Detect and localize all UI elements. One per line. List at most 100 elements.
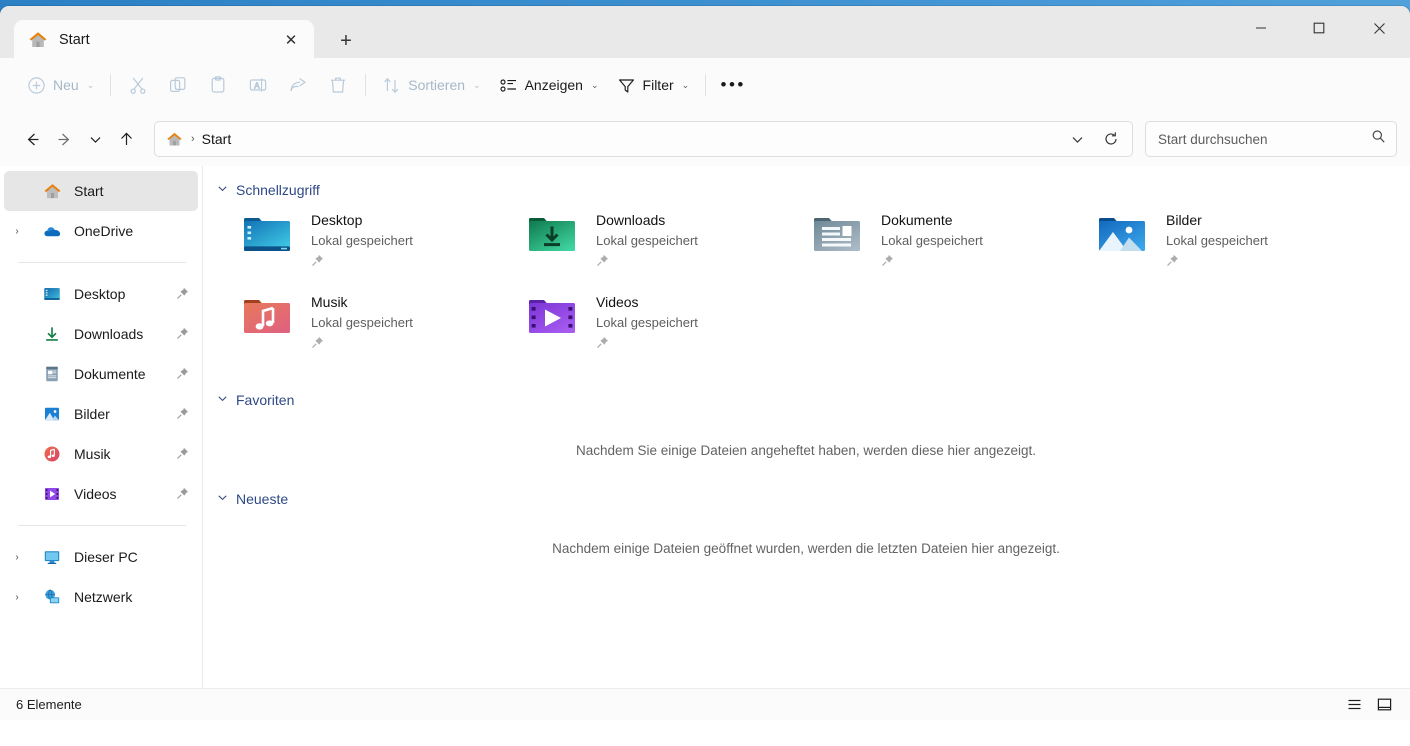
- toolbar-divider: [110, 74, 112, 96]
- section-header-favoriten[interactable]: Favoriten: [217, 388, 1410, 412]
- close-tab-icon[interactable]: ✕: [278, 27, 304, 53]
- more-options-button[interactable]: •••: [713, 68, 753, 102]
- sidebar-item-bilder[interactable]: Bilder: [4, 394, 198, 434]
- this-pc-icon: [42, 547, 62, 567]
- sidebar-item-desktop[interactable]: Desktop: [4, 274, 198, 314]
- scissors-icon: [130, 77, 146, 94]
- rename-button[interactable]: A: [238, 68, 278, 102]
- item-subtitle: Lokal gespeichert: [1166, 233, 1268, 248]
- trash-icon: [331, 77, 346, 93]
- item-subtitle: Lokal gespeichert: [311, 315, 413, 330]
- quick-access-text: Dokumente Lokal gespeichert: [881, 208, 983, 267]
- list-view-icon[interactable]: [1340, 693, 1368, 717]
- forward-button[interactable]: [48, 123, 80, 155]
- quick-access-item-dokumente[interactable]: Dokumente Lokal gespeichert: [811, 208, 1096, 276]
- back-button[interactable]: [16, 123, 48, 155]
- address-bar[interactable]: › Start: [154, 121, 1133, 157]
- up-button[interactable]: [110, 123, 142, 155]
- pin-icon[interactable]: [176, 327, 190, 341]
- recent-locations-button[interactable]: [80, 123, 110, 155]
- share-button[interactable]: [278, 68, 318, 102]
- sidebar-divider-2: [18, 525, 186, 526]
- chevron-right-icon[interactable]: ›: [4, 552, 30, 563]
- filter-button[interactable]: Filter ⌄: [608, 68, 699, 102]
- item-name: Downloads: [596, 212, 666, 228]
- chevron-right-icon[interactable]: ›: [4, 592, 30, 603]
- new-button[interactable]: Neu ⌄: [18, 68, 103, 102]
- chevron-down-icon[interactable]: [217, 492, 227, 506]
- sidebar-item-musik[interactable]: Musik: [4, 434, 198, 474]
- quick-access-item-musik[interactable]: Musik Lokal gespeichert: [241, 290, 526, 358]
- chevron-down-icon: ⌄: [86, 79, 95, 90]
- sidebar-item-netzwerk[interactable]: › Netzwerk: [4, 577, 198, 617]
- close-button[interactable]: [1348, 6, 1410, 50]
- view-button[interactable]: Anzeigen ⌄: [490, 68, 608, 102]
- quick-access-item-downloads[interactable]: Downloads Lokal gespeichert: [526, 208, 811, 276]
- sidebar-item-label: Downloads: [74, 326, 144, 342]
- maximize-button[interactable]: [1290, 6, 1348, 50]
- file-explorer-window: Start ✕ + Neu ⌄ A Sortieren ⌄ Anzeigen ⌄…: [0, 6, 1410, 746]
- quick-access-text: Videos Lokal gespeichert: [596, 290, 698, 349]
- chevron-down-icon[interactable]: [217, 183, 227, 197]
- sort-button[interactable]: Sortieren ⌄: [373, 68, 489, 102]
- breadcrumb[interactable]: Start: [202, 131, 232, 147]
- pin-icon[interactable]: [176, 287, 190, 301]
- pin-icon: [1166, 254, 1179, 267]
- filter-icon: [618, 78, 634, 93]
- recent-empty-message: Nachdem einige Dateien geöffnet wurden, …: [552, 541, 1060, 556]
- videos-icon: [42, 484, 62, 504]
- pin-icon: [881, 254, 894, 267]
- item-subtitle: Lokal gespeichert: [596, 233, 698, 248]
- quick-access-item-bilder[interactable]: Bilder Lokal gespeichert: [1096, 208, 1381, 276]
- item-subtitle: Lokal gespeichert: [596, 315, 698, 330]
- tab-start[interactable]: Start ✕: [14, 20, 314, 60]
- desktop-folder-icon: [42, 284, 62, 304]
- search-icon[interactable]: [1371, 129, 1386, 149]
- home-icon: [42, 181, 62, 201]
- quick-access-item-desktop[interactable]: Desktop Lokal gespeichert: [241, 208, 526, 276]
- window-body: Start › OneDrive Desktop Downloads Dokum…: [0, 166, 1410, 688]
- pin-icon[interactable]: [176, 407, 190, 421]
- sidebar-item-label: OneDrive: [74, 223, 134, 239]
- pin-icon[interactable]: [176, 447, 190, 461]
- title-bar: Start ✕ +: [0, 6, 1410, 60]
- copy-button[interactable]: [158, 68, 198, 102]
- new-label: Neu: [53, 77, 79, 93]
- section-title: Favoriten: [236, 392, 295, 408]
- details-view-icon[interactable]: [1370, 693, 1398, 717]
- sidebar-item-start[interactable]: Start: [4, 171, 198, 211]
- section-header-neueste[interactable]: Neueste: [217, 487, 1410, 511]
- sidebar-item-label: Desktop: [74, 286, 126, 302]
- minimize-button[interactable]: [1232, 6, 1290, 50]
- desktop-folder-icon: [241, 210, 293, 262]
- section-header-schnellzugriff[interactable]: Schnellzugriff: [217, 178, 1410, 202]
- pin-icon[interactable]: [176, 367, 190, 381]
- item-subtitle: Lokal gespeichert: [311, 233, 413, 248]
- cut-button[interactable]: [118, 68, 158, 102]
- address-dropdown-button[interactable]: [1060, 123, 1094, 155]
- sidebar-item-onedrive[interactable]: › OneDrive: [4, 211, 198, 251]
- documents-folder-icon: [811, 210, 863, 262]
- chevron-right-icon[interactable]: ›: [4, 226, 30, 237]
- home-icon: [28, 30, 48, 50]
- sidebar-item-dokumente[interactable]: Dokumente: [4, 354, 198, 394]
- quick-access-text: Bilder Lokal gespeichert: [1166, 208, 1268, 267]
- sidebar-item-downloads[interactable]: Downloads: [4, 314, 198, 354]
- cloud-icon: [42, 221, 62, 241]
- quick-access-item-videos[interactable]: Videos Lokal gespeichert: [526, 290, 811, 358]
- new-tab-button[interactable]: +: [330, 26, 362, 56]
- refresh-button[interactable]: [1094, 123, 1128, 155]
- search-input[interactable]: Start durchsuchen: [1145, 121, 1397, 157]
- share-icon: [290, 78, 306, 92]
- sidebar-item-dieser-pc[interactable]: › Dieser PC: [4, 537, 198, 577]
- home-icon: [166, 131, 183, 148]
- paste-button[interactable]: [198, 68, 238, 102]
- delete-button[interactable]: [318, 68, 358, 102]
- music-folder-icon: [241, 292, 293, 344]
- sort-icon: [384, 77, 399, 93]
- chevron-down-icon[interactable]: [217, 393, 227, 407]
- pin-icon: [596, 254, 609, 267]
- pin-icon[interactable]: [176, 487, 190, 501]
- copy-icon: [170, 77, 186, 93]
- sidebar-item-videos[interactable]: Videos: [4, 474, 198, 514]
